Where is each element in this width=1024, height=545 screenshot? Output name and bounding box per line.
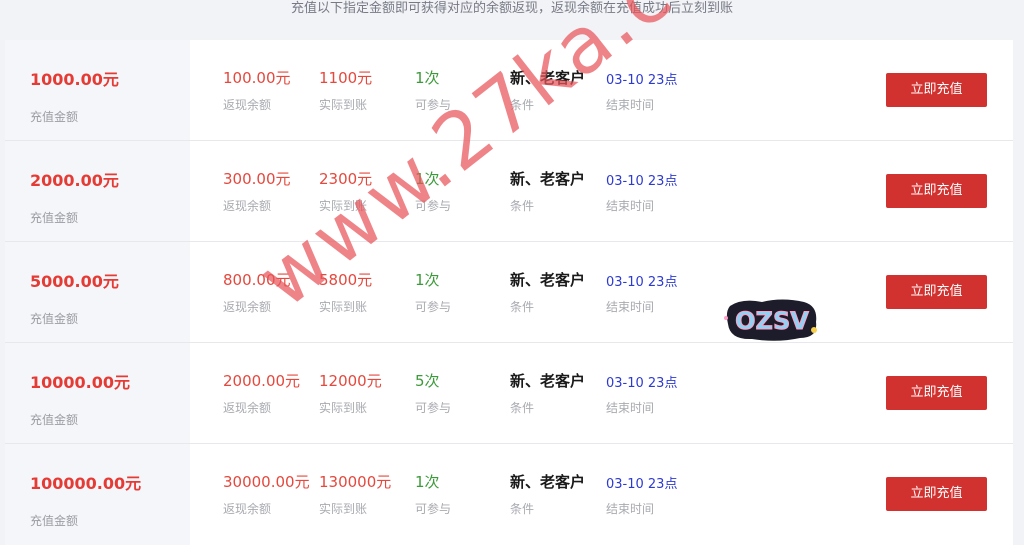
condition-value: 新、老客户 bbox=[510, 271, 586, 289]
amount-column: 10000.00元 充值金额 bbox=[5, 343, 190, 443]
recharge-now-button[interactable]: 立即充值 bbox=[886, 73, 987, 107]
cashback-label: 返现余额 bbox=[223, 401, 272, 415]
recharge-amount: 100000.00元 bbox=[30, 474, 142, 493]
cashback-label: 返现余额 bbox=[223, 98, 272, 112]
times-value: 1次 bbox=[415, 473, 440, 491]
offer-row: 100000.00元 充值金额 30000.00元返现余额 130000元实际到… bbox=[5, 444, 1013, 545]
total-label: 实际到账 bbox=[319, 199, 368, 213]
total-label: 实际到账 bbox=[319, 300, 368, 314]
recharge-amount-label: 充值金额 bbox=[30, 312, 79, 326]
recharge-notice: 充值以下指定金额即可获得对应的余额返现，返现余额在充值成功后立刻到账 bbox=[290, 1, 733, 16]
end-time-label: 结束时间 bbox=[606, 98, 655, 112]
total-value: 130000元 bbox=[319, 473, 392, 491]
condition-value: 新、老客户 bbox=[510, 473, 586, 491]
end-time-value: 03-10 23点 bbox=[606, 174, 678, 189]
condition-label: 条件 bbox=[510, 98, 535, 112]
total-label: 实际到账 bbox=[319, 502, 368, 516]
recharge-amount-label: 充值金额 bbox=[30, 514, 79, 528]
offer-row: 5000.00元 充值金额 800.00元返现余额 5800元实际到账 1次可参… bbox=[5, 242, 1013, 343]
cashback-value: 300.00元 bbox=[223, 170, 291, 188]
recharge-offer-list: 1000.00元 充值金额 100.00元 返现余额 1100元 实际到账 1次 可参… bbox=[5, 40, 1013, 545]
end-time-value: 03-10 23点 bbox=[606, 275, 678, 290]
cashback-value: 800.00元 bbox=[223, 271, 291, 289]
cashback-label: 返现余额 bbox=[223, 199, 272, 213]
cashback-label: 返现余额 bbox=[223, 300, 272, 314]
times-value: 5次 bbox=[415, 372, 440, 390]
total-value: 1100元 bbox=[319, 69, 373, 87]
total-value: 5800元 bbox=[319, 271, 373, 289]
times-value: 1次 bbox=[415, 271, 440, 289]
amount-column: 5000.00元 充值金额 bbox=[5, 242, 190, 342]
offer-row: 10000.00元 充值金额 2000.00元返现余额 12000元实际到账 5… bbox=[5, 343, 1013, 444]
condition-value: 新、老客户 bbox=[510, 372, 586, 390]
recharge-amount: 1000.00元 bbox=[30, 70, 119, 89]
end-time-label: 结束时间 bbox=[606, 300, 655, 314]
cashback-value: 100.00元 bbox=[223, 69, 291, 87]
condition-value: 新、老客户 bbox=[510, 69, 586, 87]
times-label: 可参与 bbox=[415, 98, 452, 112]
times-label: 可参与 bbox=[415, 300, 452, 314]
condition-label: 条件 bbox=[510, 502, 535, 516]
recharge-amount-label: 充值金额 bbox=[30, 413, 79, 427]
end-time-label: 结束时间 bbox=[606, 401, 655, 415]
times-value: 1次 bbox=[415, 170, 440, 188]
recharge-amount: 2000.00元 bbox=[30, 171, 119, 190]
end-time-label: 结束时间 bbox=[606, 502, 655, 516]
times-value: 1次 bbox=[415, 69, 440, 87]
end-time-value: 03-10 23点 bbox=[606, 477, 678, 492]
amount-column: 1000.00元 充值金额 bbox=[5, 40, 190, 140]
recharge-amount: 10000.00元 bbox=[30, 373, 131, 392]
end-time-value: 03-10 23点 bbox=[606, 376, 678, 391]
times-label: 可参与 bbox=[415, 502, 452, 516]
recharge-now-button[interactable]: 立即充值 bbox=[886, 477, 987, 511]
recharge-amount: 5000.00元 bbox=[30, 272, 119, 291]
amount-column: 2000.00元 充值金额 bbox=[5, 141, 190, 241]
condition-label: 条件 bbox=[510, 300, 535, 314]
cashback-value: 2000.00元 bbox=[223, 372, 301, 390]
condition-label: 条件 bbox=[510, 401, 535, 415]
recharge-now-button[interactable]: 立即充值 bbox=[886, 376, 987, 410]
recharge-amount-label: 充值金额 bbox=[30, 211, 79, 225]
end-time-label: 结束时间 bbox=[606, 199, 655, 213]
cashback-label: 返现余额 bbox=[223, 502, 272, 516]
recharge-now-button[interactable]: 立即充值 bbox=[886, 275, 987, 309]
cashback-value: 30000.00元 bbox=[223, 473, 310, 491]
amount-column: 100000.00元 充值金额 bbox=[5, 444, 190, 545]
total-label: 实际到账 bbox=[319, 401, 368, 415]
offer-row: 1000.00元 充值金额 100.00元返现余额 1100元实际到账 1次可参… bbox=[5, 40, 1013, 141]
total-value: 2300元 bbox=[319, 170, 373, 188]
times-label: 可参与 bbox=[415, 401, 452, 415]
recharge-now-button[interactable]: 立即充值 bbox=[886, 174, 987, 208]
times-label: 可参与 bbox=[415, 199, 452, 213]
end-time-value: 03-10 23点 bbox=[606, 73, 678, 88]
recharge-amount-label: 充值金额 bbox=[30, 110, 79, 124]
total-value: 12000元 bbox=[319, 372, 382, 390]
offer-row: 2000.00元 充值金额 300.00元返现余额 2300元实际到账 1次可参… bbox=[5, 141, 1013, 242]
total-label: 实际到账 bbox=[319, 98, 368, 112]
condition-value: 新、老客户 bbox=[510, 170, 586, 188]
condition-label: 条件 bbox=[510, 199, 535, 213]
